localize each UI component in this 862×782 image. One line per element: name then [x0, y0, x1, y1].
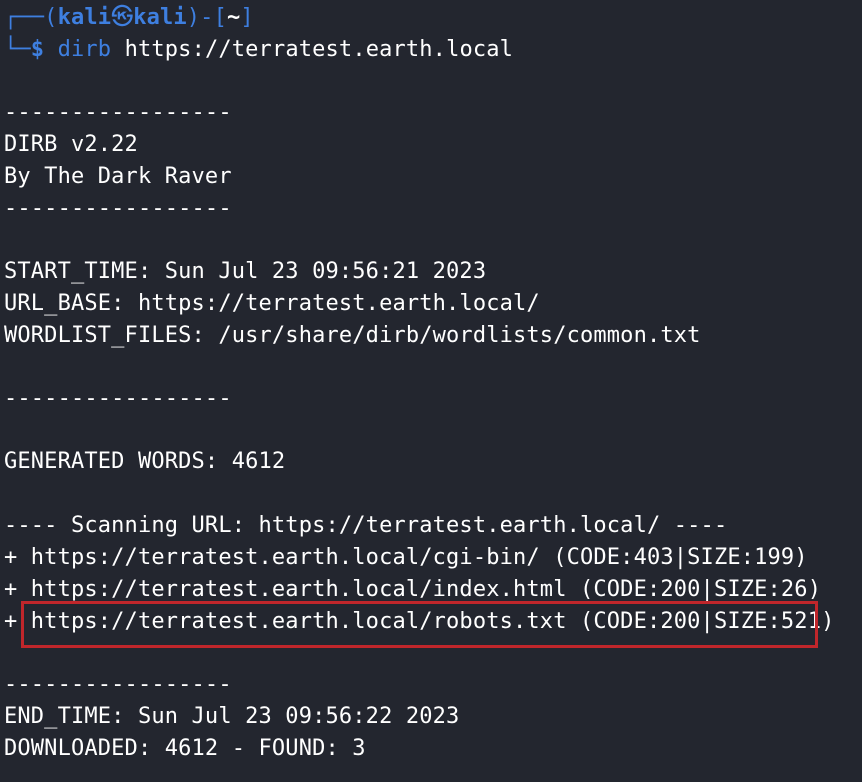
prompt-corner-top: ┌──(	[4, 5, 58, 30]
prompt-host: kali	[133, 5, 187, 30]
prompt-dollar: $	[30, 37, 45, 62]
skull-icon: ㉿	[111, 5, 134, 30]
separator-line: -----------------	[4, 386, 232, 411]
start-time: START_TIME: Sun Jul 23 09:56:21 2023	[4, 259, 487, 284]
prompt-cwd: ~	[226, 5, 241, 30]
command-name: dirb	[57, 37, 112, 62]
url-base: URL_BASE: https://terratest.earth.local/	[4, 291, 540, 316]
scanning-url-header: ---- Scanning URL: https://terratest.ear…	[4, 513, 728, 538]
downloaded-summary: DOWNLOADED: 4612 - FOUND: 3	[4, 736, 366, 761]
command-argument: https://terratest.earth.local	[111, 37, 514, 62]
scan-result-cgi-bin: + https://terratest.earth.local/cgi-bin/…	[4, 545, 808, 570]
prompt-line-2: └─$ dirb https://terratest.earth.local	[4, 34, 513, 66]
prompt-user: kali	[57, 5, 112, 30]
generated-words: GENERATED WORDS: 4612	[4, 449, 286, 474]
separator-line: -----------------	[4, 672, 232, 697]
prompt-line-1: ┌──(kali㉿kali)-[~]	[4, 2, 254, 34]
robots-highlight-box	[21, 601, 818, 648]
separator-line: -----------------	[4, 196, 232, 221]
prompt-close-bracket: ]	[240, 5, 254, 30]
prompt-close-paren: )-[	[186, 5, 227, 30]
dirb-version: DIRB v2.22	[4, 132, 138, 157]
dirb-author: By The Dark Raver	[4, 164, 232, 189]
end-time: END_TIME: Sun Jul 23 09:56:22 2023	[4, 704, 460, 729]
terminal-window[interactable]: ┌──(kali㉿kali)-[~] └─$ dirb https://terr…	[0, 0, 862, 782]
wordlist-files: WORDLIST_FILES: /usr/share/dirb/wordlist…	[4, 323, 701, 348]
separator-line: -----------------	[4, 100, 232, 125]
prompt-corner-bottom: └─	[4, 37, 31, 62]
